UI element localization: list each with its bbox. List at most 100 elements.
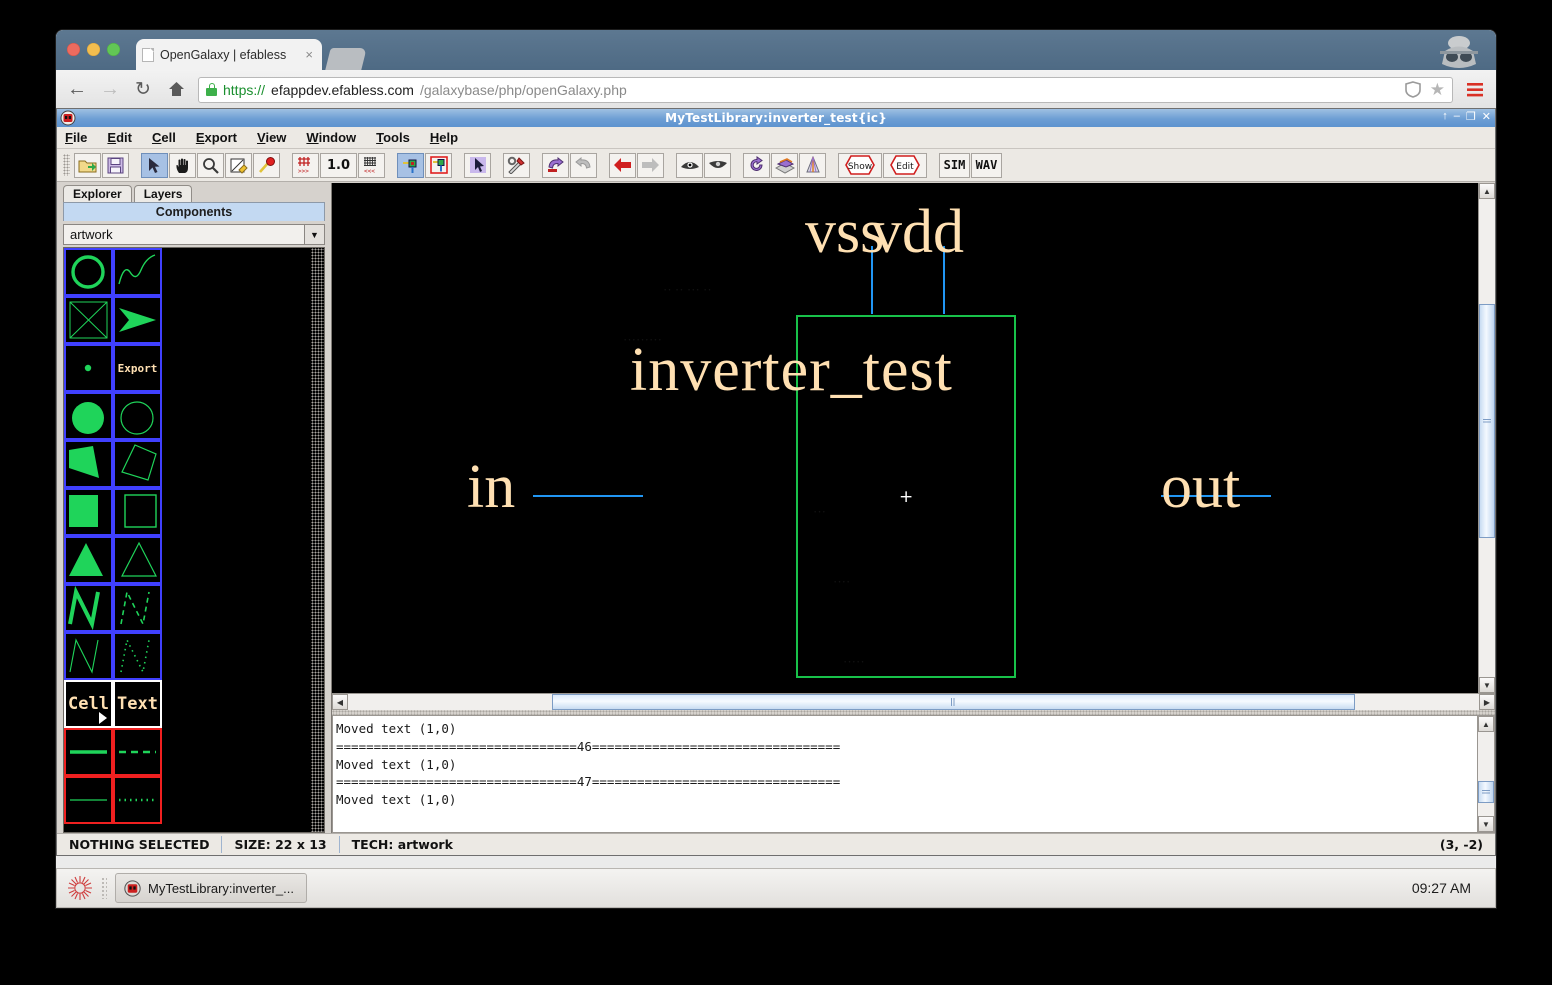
canvas-vertical-scrollbar[interactable]: ▲ ▼ [1478,183,1495,693]
waveform-button[interactable]: WAV [971,152,1002,178]
open-library-button[interactable] [74,152,101,178]
minimize-window-icon[interactable]: – [1454,110,1460,123]
dot-swatch[interactable] [64,344,113,392]
minimize-window-button[interactable] [87,43,100,56]
browser-menu-icon[interactable] [1464,79,1486,101]
vertical-scroll-track[interactable] [1479,199,1495,677]
close-window-button[interactable] [67,43,80,56]
console-scroll-up-button[interactable]: ▲ [1478,716,1494,732]
menu-item-tools[interactable]: Tools [376,130,410,145]
spline-swatch[interactable] [113,248,162,296]
sidebar-tab-explorer[interactable]: Explorer [63,185,132,202]
menu-item-view[interactable]: View [257,130,286,145]
maximize-window-icon[interactable]: ❐ [1466,110,1476,123]
menu-item-help[interactable]: Help [430,130,458,145]
new-tab-button[interactable] [325,48,367,70]
go-back-button[interactable] [609,152,636,178]
grid-size-button[interactable]: 1.0 [320,152,357,178]
browser-tab[interactable]: OpenGalaxy | efabless × [136,39,322,70]
outline-tool-button[interactable] [225,152,252,178]
app-window-buttons[interactable]: ↑ – ❐ ✕ [1442,110,1491,123]
select-objects-button[interactable] [464,152,491,178]
menu-item-export[interactable]: Export [196,130,237,145]
rotate-button[interactable] [743,152,770,178]
fine-grid-button[interactable]: <<< [358,152,385,178]
back-icon[interactable]: ← [66,78,88,101]
triangle-outline-swatch[interactable] [113,536,162,584]
text-swatch[interactable]: Text [113,680,162,728]
select-tool-button[interactable] [141,152,168,178]
menu-item-cell[interactable]: Cell [152,130,176,145]
vertical-scroll-thumb[interactable] [1479,304,1495,539]
console-scroll-down-button[interactable]: ▼ [1478,816,1494,832]
export-text-swatch[interactable]: Export [113,344,162,392]
disc-outline-swatch[interactable] [113,392,162,440]
3d-view-button[interactable] [799,152,826,178]
label-vdd[interactable]: vdd [871,201,964,263]
zigzag-dotted-swatch[interactable] [113,632,162,680]
tools-button[interactable] [503,152,530,178]
schematic-canvas[interactable]: ·· ·· ··· ·· ········· ··· ···· ····· vs… [332,183,1478,693]
address-bar[interactable]: https:// efappdev.efabless.com/galaxybase… [198,76,1453,103]
simulate-button[interactable]: SIM [939,152,970,178]
palette-scroll-strip[interactable] [311,248,324,832]
pan-tool-button[interactable] [169,152,196,178]
scroll-down-button[interactable]: ▼ [1479,677,1495,693]
undo-button[interactable] [542,152,569,178]
grid-toggle-button[interactable]: >>> [292,152,319,178]
sidebar-tab-layers[interactable]: Layers [133,185,193,202]
taskbar-grip[interactable] [101,877,107,899]
label-cell-name[interactable]: inverter_test [630,339,953,401]
restore-window-icon[interactable]: ↑ [1442,110,1448,123]
close-tab-icon[interactable]: × [302,47,316,62]
rect-filled-swatch[interactable] [64,488,113,536]
save-library-button[interactable] [102,152,129,178]
toolbar-grip[interactable] [63,154,70,176]
horizontal-scroll-track[interactable] [348,694,1479,710]
shield-icon[interactable] [1404,81,1421,98]
arrow-filled-swatch[interactable] [113,296,162,344]
taskbar-window-button[interactable]: MyTestLibrary:inverter_... [115,873,307,903]
unexpand-cell-button[interactable] [425,152,452,178]
console-scroll-track[interactable] [1478,732,1494,816]
label-in[interactable]: in [467,456,515,518]
component-palette[interactable]: Export Cell Text [63,247,325,833]
console-vertical-scrollbar[interactable]: ▲ ▼ [1477,716,1494,832]
polygon-filled-swatch[interactable] [64,440,113,488]
chevron-down-icon[interactable]: ▼ [304,225,324,244]
console-scroll-thumb[interactable] [1478,780,1494,803]
label-out[interactable]: out [1161,456,1240,518]
cell-swatch[interactable]: Cell [64,680,113,728]
polygon-outline-swatch[interactable] [113,440,162,488]
maximize-window-button[interactable] [107,43,120,56]
wire-tool-button[interactable] [253,152,280,178]
technology-select[interactable]: artwork ▼ [63,224,325,245]
window-traffic-lights[interactable] [67,43,120,56]
menu-item-edit[interactable]: Edit [107,130,132,145]
forward-icon[interactable]: → [99,78,121,101]
peek-up-button[interactable] [676,152,703,178]
zoom-tool-button[interactable] [197,152,224,178]
zigzag-thick-swatch[interactable] [64,584,113,632]
scroll-up-button[interactable]: ▲ [1479,183,1495,199]
home-icon[interactable] [165,79,187,101]
start-menu-icon[interactable] [67,875,93,901]
scroll-right-button[interactable]: ▶ [1479,694,1495,710]
circle-outline-swatch[interactable] [64,248,113,296]
line-dashed-swatch[interactable] [113,728,162,776]
box-crossed-swatch[interactable] [64,296,113,344]
edit-network-button[interactable]: Edit [883,152,927,178]
line-dotted-swatch[interactable] [113,776,162,824]
show-network-button[interactable]: Show [838,152,882,178]
rect-outline-swatch[interactable] [113,488,162,536]
canvas-horizontal-scrollbar[interactable]: ◀ ▶ [332,693,1495,710]
zigzag-thin-swatch[interactable] [64,632,113,680]
menu-item-window[interactable]: Window [306,130,356,145]
triangle-filled-swatch[interactable] [64,536,113,584]
line-solid-thick-swatch[interactable] [64,728,113,776]
line-solid-thin-swatch[interactable] [64,776,113,824]
disc-filled-swatch[interactable] [64,392,113,440]
reload-icon[interactable]: ↻ [132,79,154,101]
close-window-icon[interactable]: ✕ [1482,110,1491,123]
peek-down-button[interactable] [704,152,731,178]
